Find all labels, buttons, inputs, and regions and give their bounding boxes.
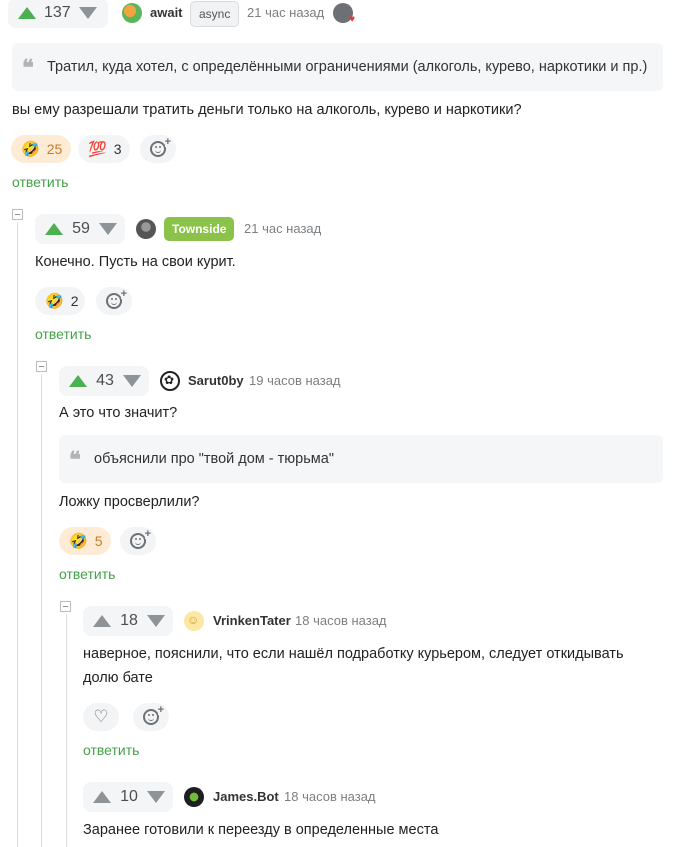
rating-widget: 18 — [83, 606, 173, 636]
user-badge: async — [190, 1, 240, 27]
rating-count: 59 — [72, 220, 90, 237]
comment-text: Конечно. Пусть на свои курит. — [35, 254, 236, 270]
collapse-icon[interactable] — [36, 361, 47, 372]
reaction-laugh[interactable]: 🤣 2 — [35, 287, 85, 315]
add-reaction-button[interactable]: + — [133, 703, 169, 731]
rating-widget: 43 — [59, 366, 149, 396]
quote-block: ❝ объяснили про "твой дом - тюрьма" — [59, 435, 663, 483]
upvote-icon[interactable] — [93, 791, 111, 803]
comment-text: А это что значит? — [59, 405, 178, 421]
comment-text-line: наверное, пояснили, что если нашёл подра… — [83, 646, 624, 662]
laugh-emoji-icon: 🤣 — [45, 293, 64, 310]
rating-widget: 10 — [83, 782, 173, 812]
reaction-count: 5 — [94, 533, 103, 549]
avatar[interactable] — [136, 219, 156, 239]
laugh-emoji-icon: 🤣 — [21, 141, 40, 158]
downvote-icon[interactable] — [147, 615, 165, 627]
add-reaction-button[interactable]: + — [120, 527, 156, 555]
rating-count: 137 — [44, 4, 71, 21]
collapse-icon[interactable] — [60, 601, 71, 612]
hundred-emoji-icon: 💯 — [88, 141, 107, 158]
comment-text-line: долю бате — [83, 670, 153, 686]
downvote-icon[interactable] — [123, 375, 141, 387]
upvote-icon[interactable] — [18, 7, 36, 19]
reply-link[interactable]: ответить — [59, 566, 115, 582]
comment-text: вы ему разрешали тратить деньги только н… — [12, 102, 522, 118]
comment-text: Ложку просверлили? — [59, 494, 200, 510]
comment-time[interactable]: 18 часов назад — [295, 611, 387, 631]
add-reaction-icon: + — [106, 289, 127, 309]
downvote-icon[interactable] — [147, 791, 165, 803]
rating-widget: 137 — [8, 0, 108, 28]
reaction-count: 25 — [46, 141, 63, 157]
upvote-icon[interactable] — [69, 375, 87, 387]
author-nick[interactable]: Sarut0by — [188, 371, 244, 391]
avatar[interactable]: ✿ — [160, 371, 180, 391]
award-icon: ♥ — [333, 3, 355, 25]
avatar[interactable] — [122, 3, 142, 23]
author-nick[interactable]: James.Bot — [213, 787, 279, 807]
reply-link[interactable]: ответить — [12, 174, 68, 190]
add-reaction-button[interactable]: + — [140, 135, 176, 163]
author-nick[interactable]: Townside — [164, 217, 235, 241]
rating-widget: 59 — [35, 214, 125, 244]
avatar[interactable]: ☺ — [184, 611, 204, 631]
avatar[interactable] — [184, 787, 204, 807]
add-reaction-icon: + — [143, 705, 164, 725]
comment-time[interactable]: 21 час назад — [244, 219, 321, 239]
add-reaction-icon: + — [130, 529, 151, 549]
quote-block: ❝ Тратил, куда хотел, с определёнными ог… — [12, 43, 663, 91]
thread-line[interactable] — [41, 374, 42, 847]
comment-time[interactable]: 18 часов назад — [284, 787, 376, 807]
author-nick[interactable]: await — [150, 3, 183, 23]
rating-count: 10 — [120, 788, 138, 805]
rating-count: 43 — [96, 372, 114, 389]
thread-line[interactable] — [66, 614, 67, 847]
quote-text: объяснили про "твой дом - тюрьма" — [94, 451, 334, 467]
comment-time[interactable]: 19 часов назад — [249, 371, 341, 391]
comment-text: Заранее готовили к переезду в определенн… — [83, 822, 439, 838]
upvote-icon[interactable] — [45, 223, 63, 235]
reaction-count: 2 — [70, 293, 79, 309]
thread-line[interactable] — [17, 222, 18, 847]
reaction-laugh[interactable]: 🤣 25 — [11, 135, 71, 163]
reply-link[interactable]: ответить — [83, 742, 139, 758]
rating-count: 18 — [120, 612, 138, 629]
quote-icon: ❝ — [22, 55, 34, 81]
reaction-hundred[interactable]: 💯 3 — [78, 135, 130, 163]
add-reaction-icon: + — [150, 137, 171, 157]
collapse-icon[interactable] — [12, 209, 23, 220]
downvote-icon[interactable] — [78, 7, 97, 19]
reaction-laugh[interactable]: 🤣 5 — [59, 527, 111, 555]
upvote-icon[interactable] — [93, 615, 111, 627]
reaction-count: 3 — [113, 141, 122, 157]
reply-link[interactable]: ответить — [35, 326, 91, 342]
comment-time[interactable]: 21 час назад — [247, 3, 324, 23]
quote-text: Тратил, куда хотел, с определёнными огра… — [47, 59, 648, 75]
add-reaction-button[interactable]: + — [96, 287, 132, 315]
quote-icon: ❝ — [69, 447, 81, 473]
author-nick[interactable]: VrinkenTater — [213, 611, 291, 631]
laugh-emoji-icon: 🤣 — [69, 533, 88, 550]
downvote-icon[interactable] — [99, 223, 117, 235]
heart-icon[interactable]: ♡ — [83, 703, 119, 731]
